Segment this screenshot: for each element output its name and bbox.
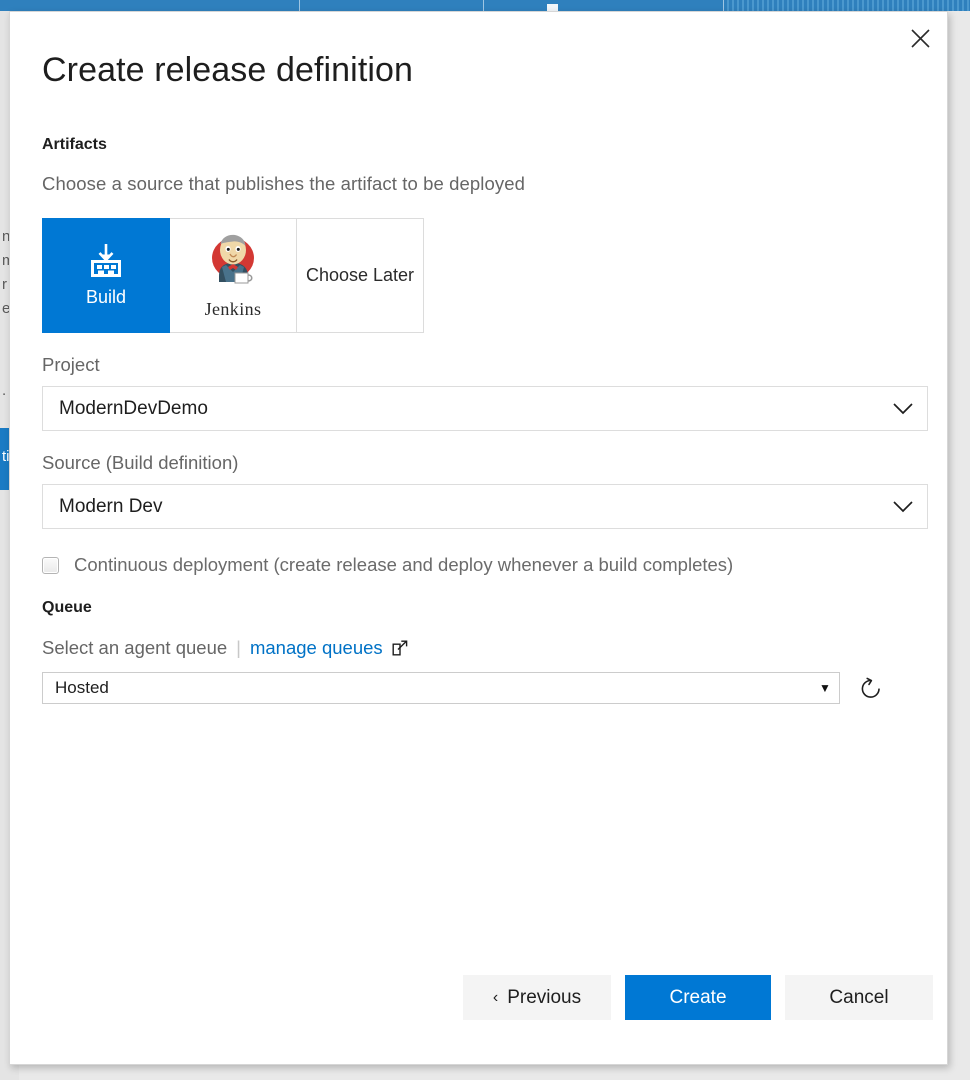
project-dropdown-value: ModernDevDemo (59, 397, 208, 419)
create-button[interactable]: Create (625, 975, 771, 1020)
browser-tab-band (0, 0, 970, 11)
agent-queue-select[interactable]: Hosted ▼ (42, 672, 840, 704)
refresh-icon[interactable] (856, 674, 884, 702)
chevron-down-icon (879, 500, 927, 514)
previous-button-label: Previous (507, 986, 582, 1008)
tab-separator (299, 0, 300, 11)
chevron-down-icon (879, 402, 927, 416)
queue-separator: | (236, 637, 241, 658)
manage-queues-link[interactable]: manage queues (250, 637, 383, 659)
agent-queue-selected-value: Hosted (55, 678, 109, 697)
cancel-button[interactable]: Cancel (785, 975, 933, 1020)
checkbox-box (42, 556, 59, 574)
dialog-footer: ‹ Previous Create Cancel (42, 960, 933, 1064)
queue-select-row: Hosted ▼ (42, 672, 933, 704)
artifact-tile-label: Build (85, 286, 127, 307)
source-label: Source (Build definition) (42, 452, 239, 473)
project-label: Project (42, 354, 100, 375)
queue-prompt-text: Select an agent queue (42, 637, 228, 658)
queue-section-heading: Queue (42, 599, 92, 616)
previous-button[interactable]: ‹ Previous (463, 975, 611, 1020)
tab-separator (483, 0, 484, 11)
continuous-deployment-checkbox[interactable]: Continuous deployment (create release an… (42, 554, 733, 576)
artifact-tile-build[interactable]: Build (42, 218, 170, 333)
queue-prompt-row: Select an agent queue | manage queues (42, 617, 933, 659)
chevron-left-icon: ‹ (492, 988, 499, 1006)
artifact-tile-choose-later[interactable]: Choose Later (296, 218, 424, 333)
tab-favicon (547, 4, 558, 11)
project-dropdown[interactable]: ModernDevDemo (42, 386, 928, 431)
continuous-deployment-label: Continuous deployment (create release an… (74, 554, 734, 575)
tab-strip-overflow (724, 0, 970, 11)
cancel-button-label: Cancel (829, 986, 889, 1008)
external-link-icon[interactable] (392, 640, 408, 656)
artifacts-section-subtext: Choose a source that publishes the artif… (42, 173, 525, 194)
artifact-tile-label: Jenkins (204, 298, 262, 319)
caret-down-icon: ▼ (819, 681, 831, 695)
page-title: Create release definition (42, 51, 414, 89)
artifact-tile-label: Choose Later (305, 264, 415, 285)
create-release-definition-dialog: Create release definition Artifacts Choo… (9, 11, 948, 1065)
app-page: n m r e . ti Create release definition A… (0, 0, 970, 1080)
create-button-label: Create (669, 986, 727, 1008)
artifact-tile-jenkins[interactable]: Jenkins (169, 218, 297, 333)
artifact-source-tiles: Build Jenkins Choose Later (42, 218, 427, 333)
jenkins-butler-icon (203, 232, 263, 290)
source-dropdown[interactable]: Modern Dev (42, 484, 928, 529)
artifacts-section-heading: Artifacts (42, 136, 107, 153)
dialog-body: Create release definition Artifacts Choo… (42, 12, 933, 1064)
source-dropdown-value: Modern Dev (59, 495, 163, 517)
build-download-icon (86, 243, 126, 278)
